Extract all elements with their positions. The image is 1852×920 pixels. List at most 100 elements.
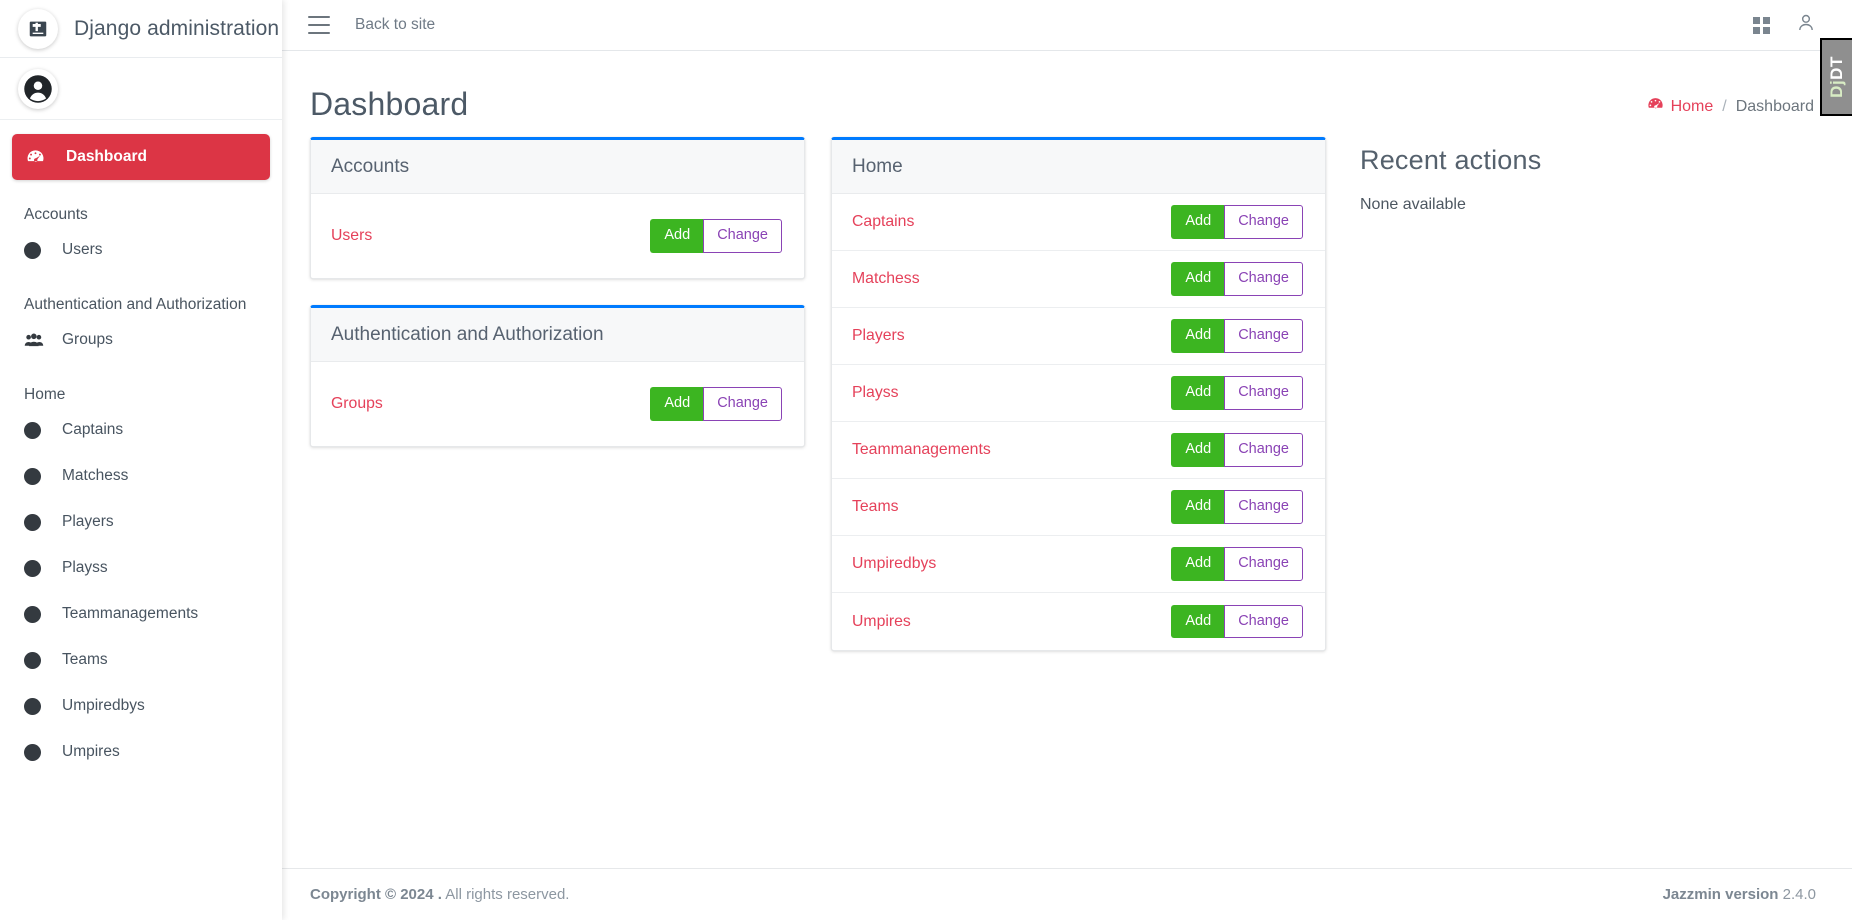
sidebar-item-dashboard[interactable]: Dashboard (12, 134, 270, 180)
row-actions: Add Change (1171, 433, 1303, 467)
table-row: Groups Add Change (311, 362, 804, 446)
brand-header[interactable]: Django administration (0, 0, 282, 58)
add-button[interactable]: Add (1171, 376, 1225, 410)
add-button[interactable]: Add (650, 387, 704, 421)
add-button[interactable]: Add (1171, 604, 1225, 639)
change-button[interactable]: Change (1224, 490, 1303, 524)
user-circle-icon (18, 68, 58, 109)
model-link-matchess[interactable]: Matchess (852, 270, 920, 288)
sidebar-item-captains[interactable]: Captains (12, 410, 270, 450)
sidebar-item-label: Dashboard (66, 148, 147, 165)
model-link-users[interactable]: Users (331, 227, 372, 245)
breadcrumb-separator: / (1722, 98, 1727, 115)
add-button[interactable]: Add (1171, 547, 1225, 581)
change-button[interactable]: Change (703, 219, 782, 253)
table-row: Umpires Add Change (832, 593, 1325, 650)
card-body: Groups Add Change (311, 362, 804, 446)
sidebar-item-users[interactable]: Users (12, 230, 270, 270)
change-button[interactable]: Change (1224, 433, 1303, 467)
dashboard-grid: Accounts Users Add Change Authentication… (282, 123, 1852, 677)
card-title: Home (852, 156, 903, 177)
change-button[interactable]: Change (703, 387, 782, 421)
hamburger-menu-icon[interactable] (308, 16, 330, 34)
card-header: Accounts (311, 140, 804, 194)
row-actions: Add Change (1171, 490, 1303, 524)
card-body: Captains Add Change Matchess Add Change (832, 194, 1325, 650)
sidebar-item-umpiredbys[interactable]: Umpiredbys (12, 686, 270, 726)
row-actions: Add Change (1171, 205, 1303, 239)
dashboard-column-left: Accounts Users Add Change Authentication… (310, 137, 805, 677)
footer-version-number: 2.4.0 (1778, 886, 1816, 903)
add-button[interactable]: Add (1171, 262, 1225, 296)
circle-dot-icon (24, 651, 50, 669)
sidebar-item-matchess[interactable]: Matchess (12, 456, 270, 496)
footer-version: Jazzmin version 2.4.0 (1663, 886, 1816, 903)
recent-actions-empty: None available (1360, 196, 1466, 213)
change-button[interactable]: Change (1224, 376, 1303, 410)
model-link-teams[interactable]: Teams (852, 498, 899, 516)
table-row: Users Add Change (311, 194, 804, 278)
djdt-prefix: Dj (1827, 79, 1847, 98)
sidebar-item-playss[interactable]: Playss (12, 548, 270, 588)
footer: Copyright © 2024 . All rights reserved. … (282, 868, 1852, 920)
sidebar-item-groups[interactable]: Groups (12, 320, 270, 360)
brand-title: Django administration (74, 16, 280, 40)
grid-apps-icon[interactable] (1753, 16, 1770, 34)
model-link-teammanagements[interactable]: Teammanagements (852, 441, 991, 459)
circle-dot-icon (24, 697, 50, 715)
tachometer-dashboard-icon (1647, 96, 1664, 118)
sidebar-item-teammanagements[interactable]: Teammanagements (12, 594, 270, 634)
change-button[interactable]: Change (1224, 262, 1303, 296)
add-button[interactable]: Add (1171, 319, 1225, 353)
dashboard-column-middle: Home Captains Add Change Matchess Add Ch… (831, 137, 1326, 677)
model-link-playss[interactable]: Playss (852, 384, 899, 402)
tachometer-dashboard-icon (26, 148, 50, 167)
card-header: Authentication and Authorization (311, 308, 804, 362)
circle-dot-icon (24, 467, 50, 485)
sidebar-item-label: Playss (62, 559, 108, 576)
user-account-icon[interactable] (1796, 12, 1816, 38)
add-button[interactable]: Add (1171, 490, 1225, 524)
change-button[interactable]: Change (1224, 205, 1303, 239)
add-button[interactable]: Add (650, 219, 704, 253)
table-row: Players Add Change (832, 308, 1325, 365)
users-group-icon (24, 332, 50, 348)
table-row: Teammanagements Add Change (832, 422, 1325, 479)
row-actions: Add Change (1171, 547, 1303, 581)
add-button[interactable]: Add (1171, 433, 1225, 467)
breadcrumb-current: Dashboard (1735, 98, 1814, 115)
card-title: Accounts (331, 156, 410, 177)
change-button[interactable]: Change (1224, 547, 1303, 581)
sidebar-item-label: Groups (62, 331, 113, 348)
topnav-actions (1753, 12, 1852, 38)
change-button[interactable]: Change (1224, 319, 1303, 353)
footer-copyright-strong: Copyright © 2024 . (310, 886, 442, 903)
recent-actions-panel: Recent actions None available (1326, 137, 1852, 677)
page-title: Dashboard (310, 86, 469, 122)
breadcrumb: Home / Dashboard (1647, 96, 1814, 123)
model-link-groups[interactable]: Groups (331, 395, 383, 413)
add-button[interactable]: Add (1171, 205, 1225, 239)
circle-dot-icon (24, 241, 50, 259)
table-row: Playss Add Change (832, 365, 1325, 422)
sidebar-item-umpires[interactable]: Umpires (12, 732, 270, 772)
sidebar-item-label: Teammanagements (62, 605, 199, 622)
sidebar-item-players[interactable]: Players (12, 502, 270, 542)
top-navbar: Back to site (282, 0, 1852, 50)
footer-copyright-rest: All rights reserved. (441, 886, 570, 903)
model-link-players[interactable]: Players (852, 327, 905, 345)
back-to-site-link[interactable]: Back to site (355, 16, 435, 34)
model-link-umpiredbys[interactable]: Umpiredbys (852, 555, 936, 573)
breadcrumb-home-link[interactable]: Home (1647, 96, 1713, 118)
model-link-umpires[interactable]: Umpires (852, 613, 911, 631)
footer-copyright: Copyright © 2024 . All rights reserved. (310, 886, 569, 903)
change-button[interactable]: Change (1224, 604, 1303, 639)
django-debug-toolbar-tab[interactable]: DjDT (1820, 38, 1852, 116)
row-actions: Add Change (1171, 604, 1303, 639)
sidebar-item-label: Users (62, 241, 103, 258)
sidebar-item-label: Captains (62, 421, 124, 438)
sidebar-user-panel[interactable] (0, 58, 282, 120)
model-link-captains[interactable]: Captains (852, 213, 914, 231)
sidebar-item-teams[interactable]: Teams (12, 640, 270, 680)
sidebar-item-label: Teams (62, 651, 108, 668)
